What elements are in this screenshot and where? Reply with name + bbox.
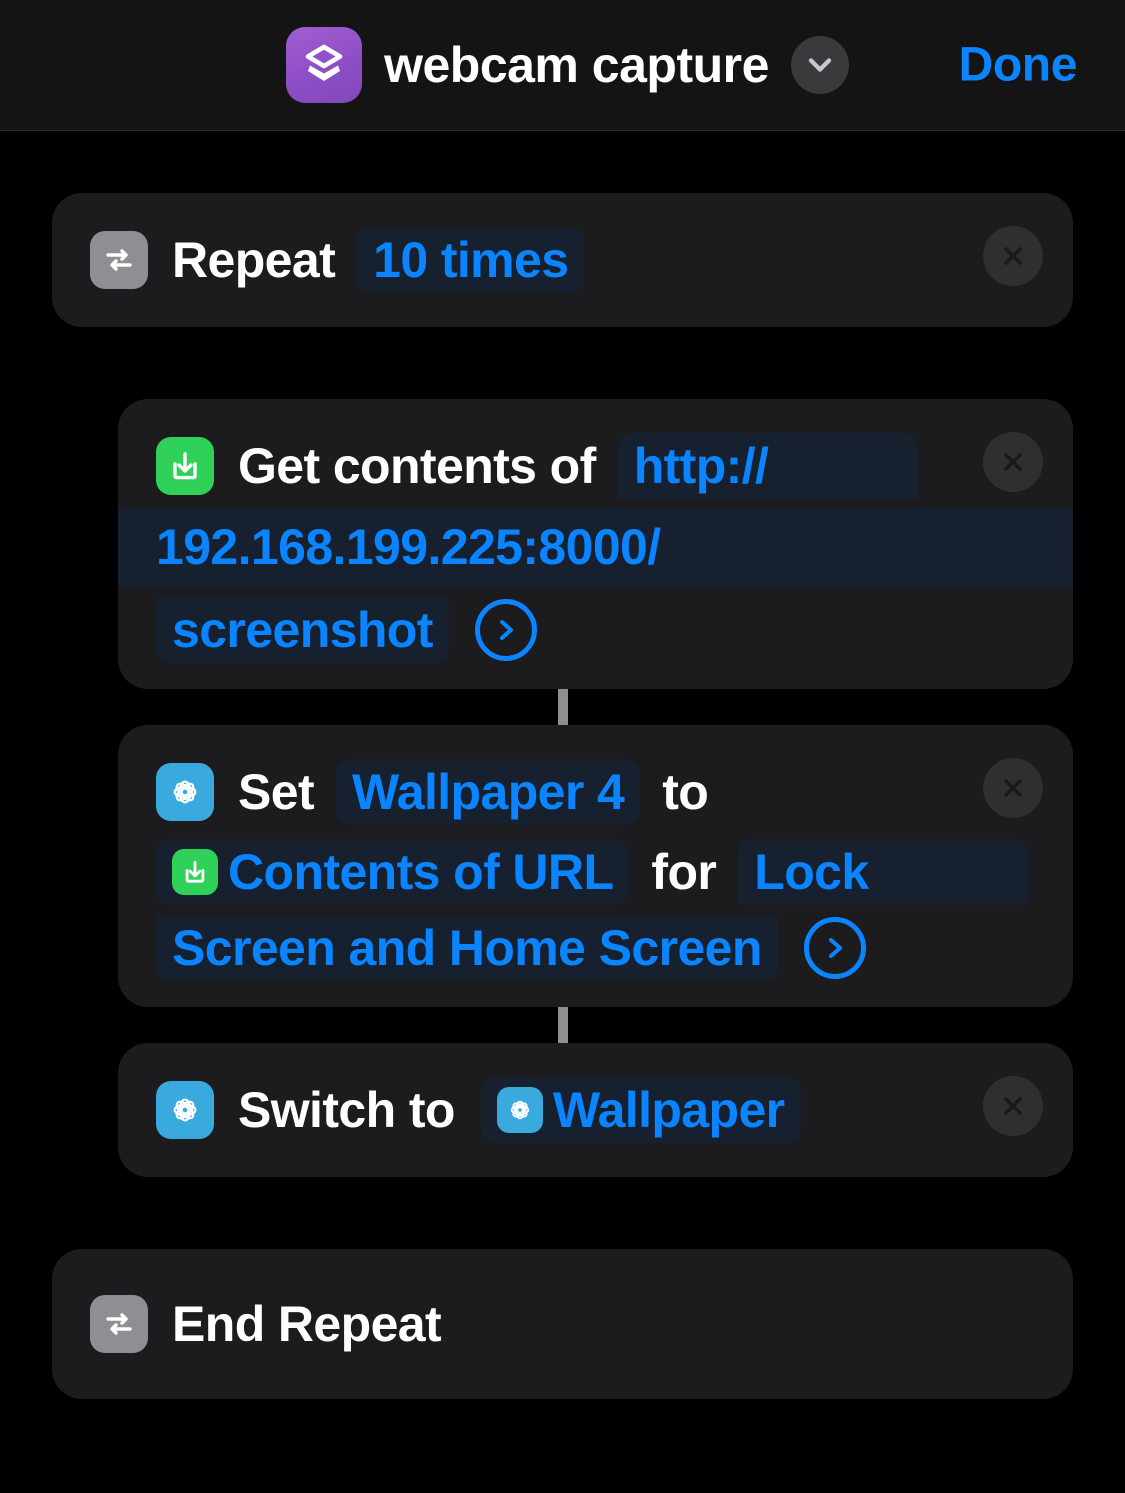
wallpaper-target-token[interactable]: Wallpaper 4 xyxy=(336,759,640,825)
spacer xyxy=(0,1177,1125,1249)
url-token-line-2[interactable]: 192.168.199.225:8000/ xyxy=(118,508,1073,586)
shortcut-action-list: Repeat 10 times Get contents of xyxy=(0,131,1125,1399)
action-label-set: Set xyxy=(238,767,314,817)
wallpaper-scope-token-line-2[interactable]: Screen and Home Screen xyxy=(156,915,778,981)
action-connector xyxy=(558,1007,568,1043)
action-connector xyxy=(558,689,568,725)
action-label-for: for xyxy=(651,847,716,897)
close-icon[interactable] xyxy=(983,226,1043,286)
wallpaper-token-label: Wallpaper xyxy=(553,1085,785,1135)
wallpaper-icon xyxy=(156,763,214,821)
variable-token-contents-of-url[interactable]: Contents of URL xyxy=(156,839,629,905)
action-end-repeat[interactable]: End Repeat xyxy=(52,1249,1073,1399)
action-repeat[interactable]: Repeat 10 times xyxy=(52,193,1073,327)
chevron-right-circle-icon[interactable] xyxy=(475,599,537,661)
repeat-icon xyxy=(90,1295,148,1353)
url-token-line-1[interactable]: http:// xyxy=(618,433,919,499)
spacer xyxy=(0,327,1125,399)
chevron-down-icon[interactable] xyxy=(791,36,849,94)
wallpaper-icon xyxy=(156,1081,214,1139)
download-icon xyxy=(172,849,218,895)
page-title: webcam capture xyxy=(384,36,769,94)
action-get-contents-of-url[interactable]: Get contents of http:// 192.168.199.225:… xyxy=(118,399,1073,689)
url-token-line-3[interactable]: screenshot xyxy=(156,597,449,663)
close-icon[interactable] xyxy=(983,758,1043,818)
wallpaper-icon xyxy=(497,1087,543,1133)
wallpaper-scope-token-line-1[interactable]: Lock xyxy=(738,839,1028,905)
wallpaper-variable-token[interactable]: Wallpaper xyxy=(481,1077,801,1143)
action-label: Switch to xyxy=(238,1085,455,1135)
shortcut-title-group[interactable]: webcam capture xyxy=(286,27,849,103)
close-icon[interactable] xyxy=(983,432,1043,492)
spacer xyxy=(0,131,1125,193)
action-label: End Repeat xyxy=(172,1299,441,1349)
action-label: Get contents of xyxy=(238,441,596,491)
variable-token-label: Contents of URL xyxy=(228,847,613,897)
action-label-to: to xyxy=(662,767,708,817)
action-label: Repeat xyxy=(172,235,335,285)
chevron-right-circle-icon[interactable] xyxy=(804,917,866,979)
close-icon[interactable] xyxy=(983,1076,1043,1136)
repeat-count-token[interactable]: 10 times xyxy=(357,227,584,293)
repeat-icon xyxy=(90,231,148,289)
action-set-wallpaper[interactable]: Set Wallpaper 4 to Contents of URL for L… xyxy=(118,725,1073,1007)
shortcuts-layers-icon xyxy=(286,27,362,103)
download-icon xyxy=(156,437,214,495)
action-switch-to-wallpaper[interactable]: Switch to Wallpape xyxy=(118,1043,1073,1177)
navigation-bar: webcam capture Done xyxy=(0,0,1125,131)
done-button[interactable]: Done xyxy=(959,38,1077,93)
